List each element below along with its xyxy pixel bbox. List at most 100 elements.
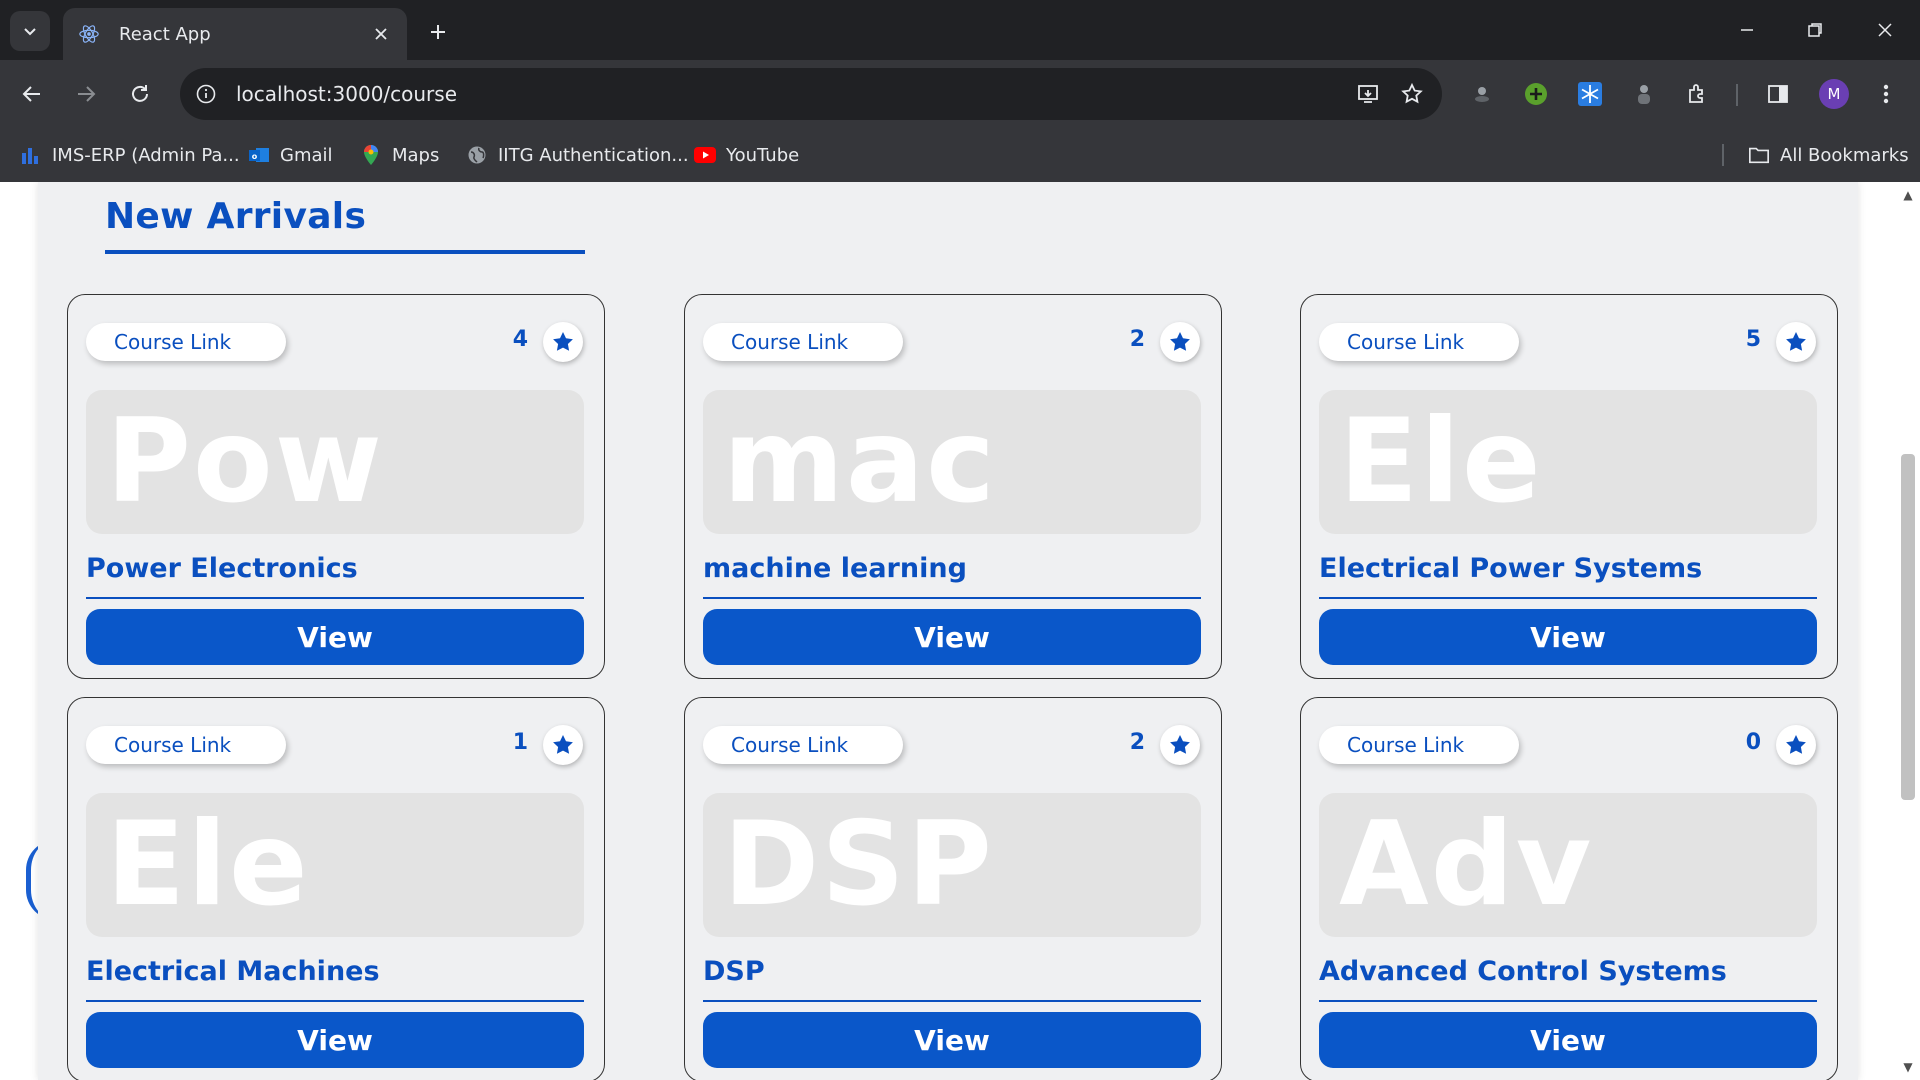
add-extension-icon[interactable]	[1516, 74, 1556, 114]
tab-search-button[interactable]	[10, 11, 50, 51]
course-card: Course Link 5 Ele Electrical Power Syste…	[1300, 294, 1838, 679]
maps-pin-icon	[360, 144, 382, 166]
title-divider	[703, 1000, 1201, 1002]
browser-toolbar: localhost:3000/course M	[0, 60, 1920, 128]
close-tab-icon[interactable]	[367, 20, 395, 48]
bookmark-ims-erp[interactable]: IMS-ERP (Admin Pa...	[20, 140, 240, 170]
outlook-icon: o	[248, 144, 270, 166]
globe-icon	[466, 144, 488, 166]
bookmark-label: Gmail	[280, 144, 333, 166]
thumbnail-text: Adv	[1339, 797, 1594, 932]
course-link-button[interactable]: Course Link	[1319, 726, 1519, 764]
course-thumbnail: Adv	[1319, 793, 1817, 937]
course-card: Course Link 1 Ele Electrical Machines Vi…	[67, 697, 605, 1080]
rate-star-button[interactable]	[1776, 322, 1816, 362]
course-thumbnail: Ele	[1319, 390, 1817, 534]
all-bookmarks-button[interactable]: All Bookmarks	[1748, 140, 1909, 170]
rate-star-button[interactable]	[543, 725, 583, 765]
thumbnail-text: Ele	[106, 797, 310, 932]
course-link-button[interactable]: Course Link	[1319, 323, 1519, 361]
bookmark-youtube[interactable]: YouTube	[694, 140, 799, 170]
thumbnail-text: mac	[723, 394, 997, 529]
folder-icon	[1748, 144, 1770, 166]
bookmark-gmail[interactable]: o Gmail	[248, 140, 333, 170]
extension-icon-2[interactable]	[1624, 74, 1664, 114]
page-viewport: New Arrivals Course Link 4 Pow Power Ele…	[0, 182, 1920, 1080]
tab-title: React App	[119, 23, 211, 45]
rate-star-button[interactable]	[1160, 322, 1200, 362]
title-divider	[1319, 597, 1817, 599]
minimize-icon[interactable]	[1722, 10, 1772, 50]
extension-icon[interactable]	[1462, 74, 1502, 114]
thumbnail-text: DSP	[723, 797, 994, 932]
scroll-up-arrow-icon[interactable]: ▲	[1896, 186, 1920, 204]
rating-count: 2	[1129, 327, 1145, 352]
course-title: Advanced Control Systems	[1319, 956, 1727, 987]
rating-count: 1	[512, 730, 528, 755]
chevron-down-icon	[24, 28, 36, 36]
course-thumbnail: Ele	[86, 793, 584, 937]
scroll-down-arrow-icon[interactable]: ▼	[1896, 1058, 1920, 1076]
course-card: Course Link 2 DSP DSP View	[684, 697, 1222, 1080]
view-button[interactable]: View	[703, 1012, 1201, 1068]
course-link-button[interactable]: Course Link	[86, 323, 286, 361]
rate-star-button[interactable]	[1160, 725, 1200, 765]
scrollbar-thumb[interactable]	[1901, 454, 1915, 800]
star-icon	[553, 735, 573, 754]
title-divider	[86, 1000, 584, 1002]
view-button[interactable]: View	[86, 1012, 584, 1068]
react-icon	[77, 22, 101, 46]
back-icon[interactable]	[12, 74, 52, 114]
course-title: Electrical Machines	[86, 956, 380, 987]
course-title: machine learning	[703, 553, 967, 584]
active-tab[interactable]: React App	[63, 8, 407, 60]
course-link-button[interactable]: Course Link	[86, 726, 286, 764]
new-tab-icon[interactable]	[420, 14, 456, 50]
bookmark-label: Maps	[392, 144, 440, 166]
snowflake-extension-icon[interactable]	[1570, 74, 1610, 114]
bookmarks-divider	[1722, 144, 1724, 166]
course-card: Course Link 0 Adv Advanced Control Syste…	[1300, 697, 1838, 1080]
rating-count: 5	[1745, 327, 1761, 352]
side-panel-icon[interactable]	[1758, 74, 1798, 114]
view-button[interactable]: View	[703, 609, 1201, 665]
course-card: Course Link 4 Pow Power Electronics View	[67, 294, 605, 679]
address-bar[interactable]: localhost:3000/course	[180, 68, 1442, 120]
bookmark-star-icon[interactable]	[1390, 72, 1434, 116]
bookmark-iitg[interactable]: IITG Authentication...	[466, 140, 689, 170]
rate-star-button[interactable]	[543, 322, 583, 362]
reload-icon[interactable]	[120, 74, 160, 114]
rating-count: 4	[512, 327, 528, 352]
title-divider	[1319, 1000, 1817, 1002]
menu-kebab-icon[interactable]	[1866, 74, 1906, 114]
tab-strip: React App	[0, 0, 1920, 60]
page-scrollbar[interactable]: ▲ ▼	[1896, 182, 1920, 1080]
thumbnail-text: Pow	[106, 394, 384, 529]
course-link-button[interactable]: Course Link	[703, 323, 903, 361]
course-title: Power Electronics	[86, 553, 358, 584]
install-app-icon[interactable]	[1346, 72, 1390, 116]
star-icon	[553, 332, 573, 351]
profile-initial: M	[1819, 79, 1849, 109]
avatar[interactable]: M	[1814, 74, 1854, 114]
course-thumbnail: DSP	[703, 793, 1201, 937]
view-button[interactable]: View	[86, 609, 584, 665]
star-icon	[1786, 735, 1806, 754]
url-text: localhost:3000/course	[236, 82, 458, 106]
svg-text:o: o	[252, 152, 258, 161]
view-button[interactable]: View	[1319, 1012, 1817, 1068]
extensions-puzzle-icon[interactable]	[1678, 74, 1718, 114]
bar-chart-icon	[20, 144, 42, 166]
close-window-icon[interactable]	[1860, 10, 1910, 50]
bookmark-maps[interactable]: Maps	[360, 140, 439, 170]
view-button[interactable]: View	[1319, 609, 1817, 665]
restore-icon[interactable]	[1790, 10, 1840, 50]
forward-icon[interactable]	[66, 74, 106, 114]
star-icon	[1170, 735, 1190, 754]
site-info-icon[interactable]	[186, 74, 226, 114]
bookmarks-bar: IMS-ERP (Admin Pa... o Gmail Maps IITG A…	[0, 128, 1920, 182]
rate-star-button[interactable]	[1776, 725, 1816, 765]
bookmark-label: IMS-ERP (Admin Pa...	[52, 144, 240, 166]
course-link-button[interactable]: Course Link	[703, 726, 903, 764]
course-title: Electrical Power Systems	[1319, 553, 1703, 584]
